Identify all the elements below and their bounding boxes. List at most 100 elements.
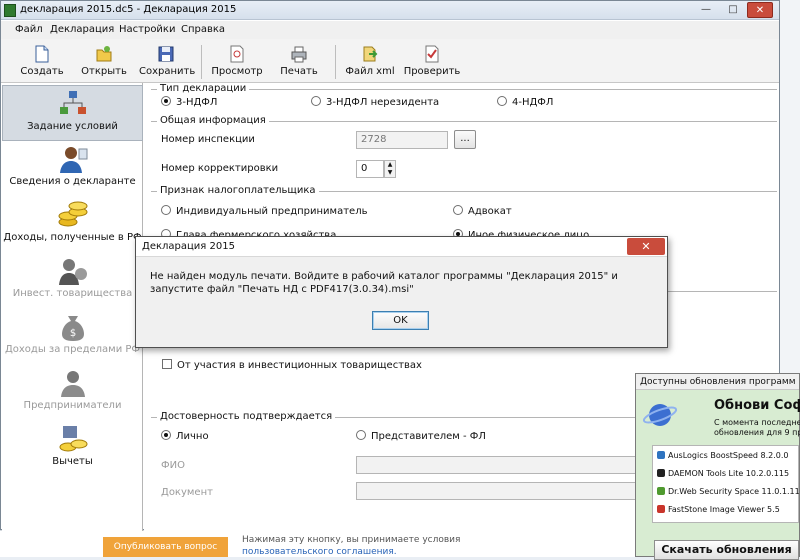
open-folder-icon [96, 46, 112, 62]
nav-conditions-label: Задание условий [27, 121, 118, 132]
terms-link[interactable]: пользовательского соглашения. [242, 546, 460, 558]
group-declaration-type: Тип декларации 3-НДФЛ 3-НДФЛ нерезидента… [151, 83, 777, 115]
menu-declaration[interactable]: Декларация [50, 24, 114, 35]
dialog-close-button[interactable]: ✕ [627, 238, 665, 255]
preview-document-icon [230, 45, 244, 63]
create-button[interactable]: Создать [19, 41, 65, 81]
close-button[interactable]: ✕ [747, 2, 773, 18]
menu-file[interactable]: Файл [15, 24, 43, 35]
nav-deductions[interactable]: Вычеты [2, 421, 143, 477]
nav-investment[interactable]: Инвест. товарищества [2, 253, 143, 309]
investment-partnership-label: От участия в инвестиционных товарищества… [177, 360, 422, 371]
radio-indicator [356, 430, 366, 440]
person-icon [59, 147, 87, 173]
publish-question-button[interactable]: Опубликовать вопрос [103, 537, 228, 557]
svg-text:$: $ [69, 328, 75, 339]
menu-bar: Файл Декларация Настройки Справка [1, 21, 779, 39]
money-bag-icon: $ [61, 316, 84, 341]
maximize-button[interactable]: □ [720, 2, 746, 18]
toolbar-separator [201, 45, 202, 79]
entrepreneur-icon [60, 371, 85, 397]
radio-indicator [161, 430, 171, 440]
update-list: AusLogics BoostSpeed 8.2.0.0 DAEMON Tool… [652, 445, 800, 523]
app-icon [4, 4, 16, 17]
radio-3ndfl[interactable]: 3-НДФЛ [161, 96, 217, 108]
update-item: Dr.Web Security Space 11.0.1.111 [657, 487, 800, 496]
nav-deductions-label: Вычеты [52, 456, 93, 467]
nav-conditions[interactable]: Задание условий [2, 85, 143, 141]
update-item-name: FastStone Image Viewer 5.5 [668, 505, 780, 514]
check-button[interactable]: Проверить [403, 41, 461, 81]
radio-4ndfl[interactable]: 4-НДФЛ [497, 96, 553, 108]
nav-income-abroad[interactable]: $ Доходы за пределами РФ [2, 309, 143, 365]
nav-income-rf[interactable]: Доходы, полученные в РФ [2, 197, 143, 253]
open-button[interactable]: Открыть [81, 41, 127, 81]
nav-income-rf-label: Доходы, полученные в РФ [3, 232, 142, 243]
group-general-info: Общая информация Номер инспекции 2728 ..… [151, 115, 777, 181]
update-notification-header: Доступны обновления программ [636, 374, 799, 390]
open-label: Открыть [81, 66, 127, 77]
radio-indicator [453, 205, 463, 215]
general-info-title: Общая информация [157, 115, 269, 126]
dialog-title: Декларация 2015 [142, 241, 235, 252]
radio-4ndfl-label: 4-НДФЛ [512, 97, 554, 108]
update-notification-body: Обнови Соф С момента последней обновлени… [636, 390, 800, 560]
print-label: Печать [280, 66, 318, 77]
nav-declarant[interactable]: Сведения о декларанте [2, 141, 143, 197]
browse-inspection-button[interactable]: ... [454, 130, 476, 149]
terms-text: Нажимая эту кнопку, вы принимаете услови… [242, 534, 460, 558]
radio-entrepreneur[interactable]: Индивидуальный предприниматель [161, 205, 368, 217]
menu-settings[interactable]: Настройки [119, 24, 175, 35]
document-label: Документ [161, 487, 213, 498]
radio-personally[interactable]: Лично [161, 430, 209, 442]
preview-label: Просмотр [211, 66, 263, 77]
nav-entrepreneurs[interactable]: Предприниматели [2, 365, 143, 421]
update-item-name: DAEMON Tools Lite 10.2.0.115 [668, 469, 790, 478]
checkbox-box [162, 359, 172, 369]
new-document-icon [35, 45, 49, 63]
radio-3ndfl-nonresident[interactable]: 3-НДФЛ нерезидента [311, 96, 439, 108]
update-item-name: Dr.Web Security Space 11.0.1.111 [668, 487, 800, 496]
radio-lawyer-label: Адвокат [468, 206, 512, 217]
dialog-message: Не найден модуль печати. Войдите в рабоч… [150, 271, 618, 295]
app-icon [657, 487, 665, 495]
app-icon [657, 469, 665, 477]
radio-indicator [161, 205, 171, 215]
coins-icon [58, 201, 87, 227]
download-updates-button[interactable]: Скачать обновления [654, 540, 799, 560]
save-button[interactable]: Сохранить [139, 41, 196, 81]
update-subtitle: С момента последней обновления для 9 про [714, 418, 800, 438]
radio-indicator [311, 96, 321, 106]
print-button[interactable]: Печать [277, 41, 321, 81]
error-dialog: Декларация 2015 ✕ Не найден модуль печат… [135, 236, 668, 348]
terms-line: Нажимая эту кнопку, вы принимаете услови… [242, 535, 461, 545]
declaration-type-title: Тип декларации [157, 83, 250, 94]
update-item: AusLogics BoostSpeed 8.2.0.0 [657, 451, 789, 460]
preview-button[interactable]: Просмотр [209, 41, 265, 81]
update-subtitle-line: С момента последней [714, 418, 800, 427]
menu-help[interactable]: Справка [181, 24, 225, 35]
app-icon [657, 451, 665, 459]
xml-file-button[interactable]: Файл xml [345, 41, 395, 81]
save-label: Сохранить [139, 66, 196, 77]
inspection-number-input[interactable]: 2728 [356, 131, 448, 149]
update-notification: Доступны обновления программ Обнови Соф … [635, 373, 800, 560]
dialog-ok-button[interactable]: OK [372, 311, 429, 330]
minimize-button[interactable]: — [693, 2, 719, 18]
deductions-icon [59, 426, 87, 452]
radio-representative-label: Представителем - ФЛ [371, 431, 486, 442]
inspection-number-label: Номер инспекции [161, 134, 255, 145]
correction-number-input[interactable]: 0 [356, 160, 384, 178]
printer-icon [291, 46, 307, 63]
update-item-name: AusLogics BoostSpeed 8.2.0.0 [668, 451, 789, 460]
correction-stepper[interactable]: ▲ ▼ [384, 160, 396, 178]
toolbar: Создать Открыть Сохранить Просмотр Печат… [1, 39, 779, 83]
radio-entrepreneur-label: Индивидуальный предприниматель [176, 206, 368, 217]
radio-representative[interactable]: Представителем - ФЛ [356, 430, 486, 442]
app-icon [657, 505, 665, 513]
radio-lawyer[interactable]: Адвокат [453, 205, 512, 217]
investment-partnership-checkbox[interactable]: От участия в инвестиционных товарищества… [162, 359, 422, 371]
investment-icon [58, 259, 87, 285]
nav-entrepreneurs-label: Предприниматели [23, 400, 122, 411]
correction-number-label: Номер корректировки [161, 163, 279, 174]
